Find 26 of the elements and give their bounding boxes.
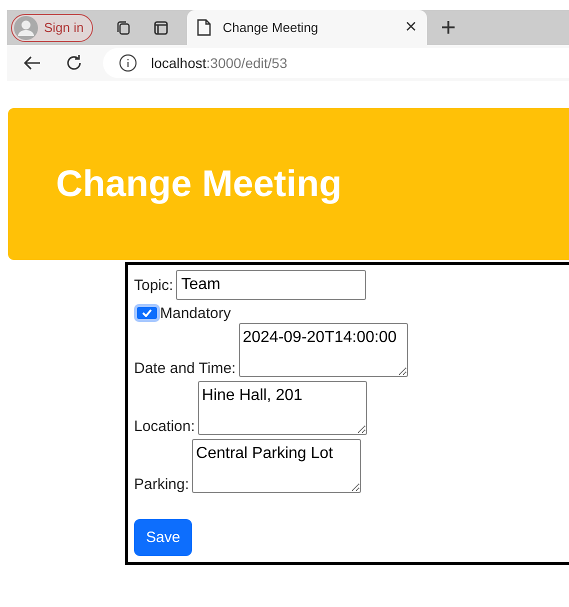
reload-icon[interactable] — [65, 54, 83, 72]
field-label: Parking: — [134, 476, 190, 493]
document-icon — [196, 19, 211, 36]
field-label: Location: — [134, 418, 195, 435]
page-title: Change Meeting — [56, 163, 342, 205]
topic-input[interactable]: Team — [176, 270, 366, 300]
topic-label: Topic: — [134, 276, 174, 294]
close-tab-button[interactable]: × — [405, 16, 417, 39]
info-icon[interactable] — [119, 54, 137, 72]
new-tab-button[interactable]: + — [440, 12, 456, 43]
mandatory-checkbox[interactable] — [134, 304, 160, 322]
save-button[interactable]: Save — [134, 519, 192, 556]
address-field[interactable]: localhost:3000/edit/53 — [151, 55, 288, 71]
tab-title: Change Meeting — [222, 20, 320, 35]
browser-tab[interactable]: Change Meeting × — [186, 10, 427, 45]
text-area[interactable]: Hine Hall, 201 — [198, 381, 367, 435]
mandatory-label: Mandatory — [160, 304, 231, 322]
collections-icon[interactable] — [114, 20, 131, 36]
field-label: Date and Time: — [134, 360, 236, 377]
check-icon — [142, 309, 152, 317]
text-area[interactable]: 2024-09-20T14:00:00 — [238, 323, 408, 377]
avatar-icon — [14, 16, 38, 40]
tab-actions-icon[interactable] — [152, 20, 169, 36]
text-area[interactable]: Central Parking Lot — [192, 439, 362, 493]
sign-in-button[interactable]: Sign in — [11, 14, 93, 42]
back-icon[interactable] — [23, 54, 41, 72]
